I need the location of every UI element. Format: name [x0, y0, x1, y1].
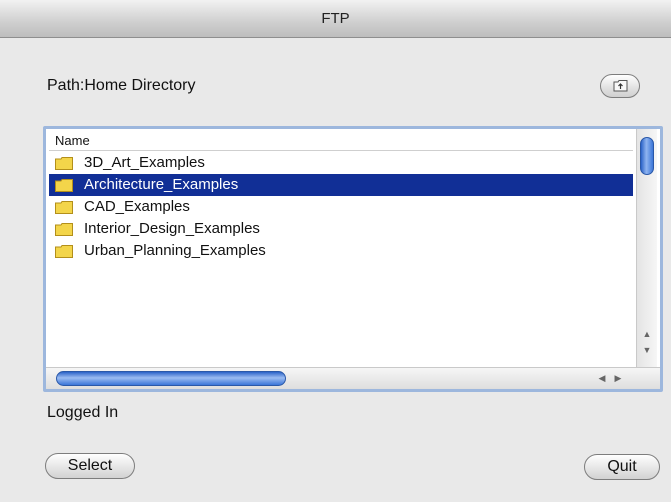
status-text: Logged In	[47, 404, 119, 421]
folder-up-icon	[613, 80, 628, 92]
list-item[interactable]: 3D_Art_Examples	[49, 152, 633, 174]
file-list[interactable]: Name 3D_Art_Examples Architecture_Exampl…	[43, 126, 663, 392]
list-item-label: 3D_Art_Examples	[84, 154, 205, 171]
folder-icon	[55, 157, 73, 170]
horizontal-scroll-thumb[interactable]	[56, 371, 286, 386]
list-item[interactable]: CAD_Examples	[49, 196, 633, 218]
list-item-label: Interior_Design_Examples	[84, 220, 260, 237]
up-directory-button[interactable]	[600, 74, 640, 98]
list-item-label: CAD_Examples	[84, 198, 190, 215]
column-header-name[interactable]: Name	[49, 133, 633, 151]
list-item-label: Urban_Planning_Examples	[84, 242, 266, 259]
scroll-right-arrow-icon[interactable]: ▶	[610, 371, 626, 386]
path-label: Path:Home Directory	[47, 77, 196, 94]
ftp-window: FTP Path:Home Directory Name 3D_Art_Exam…	[0, 0, 671, 502]
list-item-label: Architecture_Examples	[84, 176, 239, 193]
list-item[interactable]: Interior_Design_Examples	[49, 218, 633, 240]
list-item[interactable]: Urban_Planning_Examples	[49, 240, 633, 262]
title-bar[interactable]: FTP	[0, 0, 671, 38]
folder-icon	[55, 179, 73, 192]
scroll-left-arrow-icon[interactable]: ◀	[594, 371, 610, 386]
horizontal-scroll-arrows: ◀ ▶	[594, 371, 634, 386]
list-item[interactable]: Architecture_Examples	[49, 174, 633, 196]
folder-icon	[55, 245, 73, 258]
quit-button[interactable]: Quit	[584, 454, 660, 480]
vertical-scroll-thumb[interactable]	[640, 137, 654, 175]
horizontal-scrollbar[interactable]: ◀ ▶	[46, 367, 660, 389]
scroll-up-arrow-icon[interactable]: ▲	[641, 329, 653, 339]
select-button[interactable]: Select	[45, 453, 135, 479]
file-list-rows: 3D_Art_Examples Architecture_Examples CA…	[49, 152, 633, 262]
folder-icon	[55, 201, 73, 214]
vertical-scrollbar[interactable]: ▲ ▼	[636, 129, 657, 367]
scroll-down-arrow-icon[interactable]: ▼	[641, 345, 653, 355]
folder-icon	[55, 223, 73, 236]
window-title: FTP	[321, 10, 350, 27]
